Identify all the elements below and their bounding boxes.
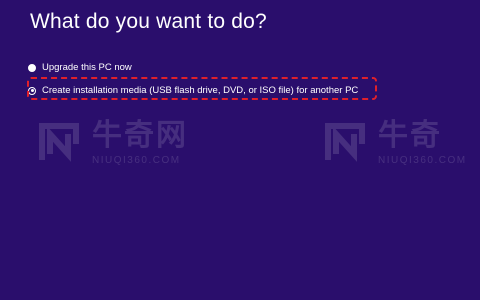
option-create-installation-media[interactable]: Create installation media (USB flash dri…: [28, 85, 358, 96]
watermark: 牛奇 NIUQI360.COM: [322, 120, 467, 166]
watermark-logo-icon: [325, 123, 365, 162]
watermark: 牛奇网 NIUQI360.COM: [36, 120, 188, 166]
watermark-url: NIUQI360.COM: [378, 154, 467, 166]
radio-unselected-icon[interactable]: [28, 63, 36, 72]
option-label: Upgrade this PC now: [42, 62, 132, 73]
watermark-brand: 牛奇网: [92, 118, 188, 152]
watermark-logo-icon: [39, 123, 79, 162]
option-upgrade-this-pc[interactable]: Upgrade this PC now: [28, 62, 132, 73]
setup-window: What do you want to do? Upgrade this PC …: [0, 0, 480, 300]
option-label: Create installation media (USB flash dri…: [42, 85, 359, 96]
radio-selected-icon[interactable]: [28, 86, 36, 95]
watermark-brand: 牛奇: [378, 118, 442, 152]
watermark-url: NIUQI360.COM: [92, 154, 181, 166]
page-title: What do you want to do?: [30, 10, 267, 33]
